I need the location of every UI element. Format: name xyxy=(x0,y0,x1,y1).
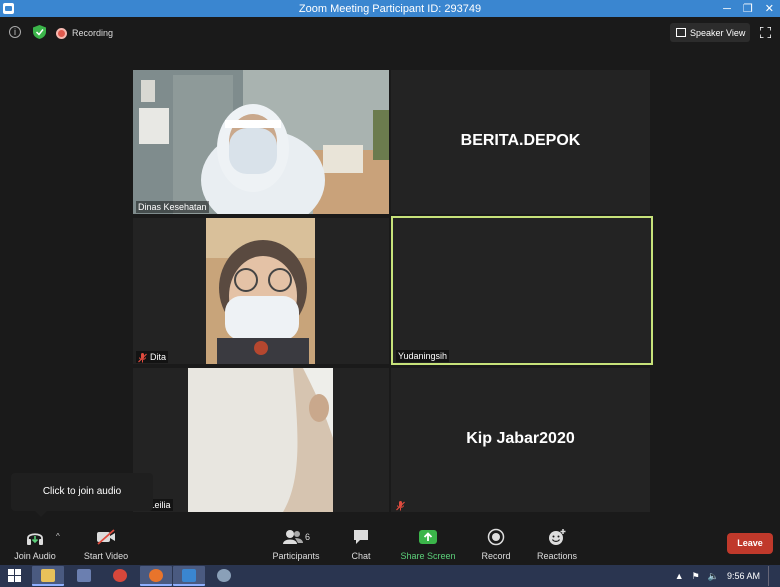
minimize-button[interactable]: ─ xyxy=(723,3,731,15)
participant-display-name: Kip Jabar2020 xyxy=(466,430,575,447)
record-button[interactable]: Record xyxy=(481,520,511,563)
start-video-button[interactable]: Start Video xyxy=(80,520,132,563)
system-tray: ▲ ⚑ 🔈 9:56 AM xyxy=(675,565,772,587)
tray-chevron-icon[interactable]: ▲ xyxy=(675,571,684,581)
taskbar-zoom[interactable] xyxy=(173,566,205,586)
title-bar: Zoom Meeting Participant ID: 293749 ─ ❐ … xyxy=(0,0,780,17)
windows-start-icon[interactable] xyxy=(8,569,21,582)
recording-dot-icon xyxy=(56,27,67,39)
participant-name: Dita xyxy=(150,352,167,362)
taskbar-app-6[interactable] xyxy=(208,566,240,586)
leave-button[interactable]: Leave xyxy=(727,533,773,554)
share-screen-label: Share Screen xyxy=(400,551,456,561)
video-off-icon xyxy=(97,529,115,545)
participant-name-label: Dita xyxy=(136,351,169,363)
close-button[interactable]: ✕ xyxy=(765,2,774,15)
firefox-icon xyxy=(149,569,163,582)
muted-mic-icon xyxy=(138,352,147,363)
video-tile-yudaningsih[interactable]: Yudaningsih xyxy=(391,216,653,365)
zoom-window: Zoom Meeting Participant ID: 293749 ─ ❐ … xyxy=(0,0,780,587)
show-desktop-button[interactable] xyxy=(768,566,772,586)
reactions-button[interactable]: Reactions xyxy=(535,520,579,563)
app-icon xyxy=(217,569,231,582)
participants-label: Participants xyxy=(272,551,320,561)
restore-button[interactable]: ❐ xyxy=(743,2,753,15)
meeting-top-bar: i Recording Speaker View xyxy=(0,22,780,44)
chat-label: Chat xyxy=(351,551,371,561)
join-audio-button[interactable]: Join Audio xyxy=(10,520,60,563)
muted-mic-icon xyxy=(396,500,405,511)
app-icon xyxy=(113,569,127,582)
video-tile-kip-jabar2020[interactable]: Kip Jabar2020 xyxy=(391,368,650,512)
zoom-app-icon xyxy=(3,3,14,14)
participant-name-label: Dinas Kesehatan xyxy=(136,201,209,213)
taskbar-firefox[interactable] xyxy=(140,566,172,586)
participant-name-label: Yudaningsih xyxy=(396,350,450,362)
participant-mute-label xyxy=(394,499,410,511)
speaker-view-button[interactable]: Speaker View xyxy=(670,23,750,42)
window-controls: ─ ❐ ✕ xyxy=(723,0,774,17)
video-tile-eli-leilia[interactable]: eli Leilia xyxy=(133,368,389,512)
windows-taskbar: ▲ ⚑ 🔈 9:56 AM xyxy=(0,565,780,587)
participant-video xyxy=(133,368,389,512)
shield-icon[interactable] xyxy=(33,25,46,39)
speaker-view-icon xyxy=(676,28,686,37)
volume-icon[interactable]: 🔈 xyxy=(708,571,719,582)
info-icon[interactable]: i xyxy=(9,26,21,38)
zoom-icon xyxy=(182,569,196,582)
reactions-label: Reactions xyxy=(536,551,578,561)
recording-label: Recording xyxy=(72,28,114,38)
participants-icon xyxy=(282,530,303,544)
speaker-view-label: Speaker View xyxy=(690,27,746,38)
app-icon xyxy=(77,569,91,582)
video-tile-berita-depok[interactable]: BERITA.DEPOK xyxy=(391,70,650,214)
video-tile-dita[interactable]: Dita xyxy=(133,218,389,364)
flag-icon[interactable]: ⚑ xyxy=(692,571,700,582)
taskbar-app-3[interactable] xyxy=(104,566,136,586)
audio-options-caret-icon[interactable]: ^ xyxy=(56,532,60,541)
record-label: Record xyxy=(481,551,511,561)
participants-count: 6 xyxy=(304,532,310,542)
chat-button[interactable]: Chat xyxy=(346,520,376,563)
join-audio-label: Join Audio xyxy=(14,551,56,561)
recording-indicator[interactable]: Recording xyxy=(56,24,113,42)
participant-video xyxy=(133,70,389,214)
chat-icon xyxy=(354,530,368,544)
join-audio-tooltip: Click to join audio xyxy=(11,473,153,517)
folder-icon xyxy=(41,569,55,582)
fullscreen-icon[interactable] xyxy=(760,27,771,38)
taskbar-app-2[interactable] xyxy=(68,566,100,586)
share-screen-icon xyxy=(419,530,437,544)
taskbar-file-explorer[interactable] xyxy=(32,566,64,586)
participant-display-name: BERITA.DEPOK xyxy=(460,132,581,149)
start-video-label: Start Video xyxy=(83,551,129,561)
participant-video xyxy=(133,218,389,364)
record-icon xyxy=(487,528,505,546)
reactions-icon xyxy=(549,529,566,545)
clock[interactable]: 9:56 AM xyxy=(727,571,760,581)
meeting-toolbar: Join Audio ^ Start Video 6 Participants … xyxy=(0,520,780,563)
participants-button[interactable]: 6 Participants xyxy=(270,520,322,563)
headphones-icon xyxy=(27,533,43,545)
window-title: Zoom Meeting Participant ID: 293749 xyxy=(298,2,482,15)
share-screen-button[interactable]: Share Screen xyxy=(398,520,458,563)
video-tile-dinas-kesehatan[interactable]: Dinas Kesehatan xyxy=(133,70,389,214)
